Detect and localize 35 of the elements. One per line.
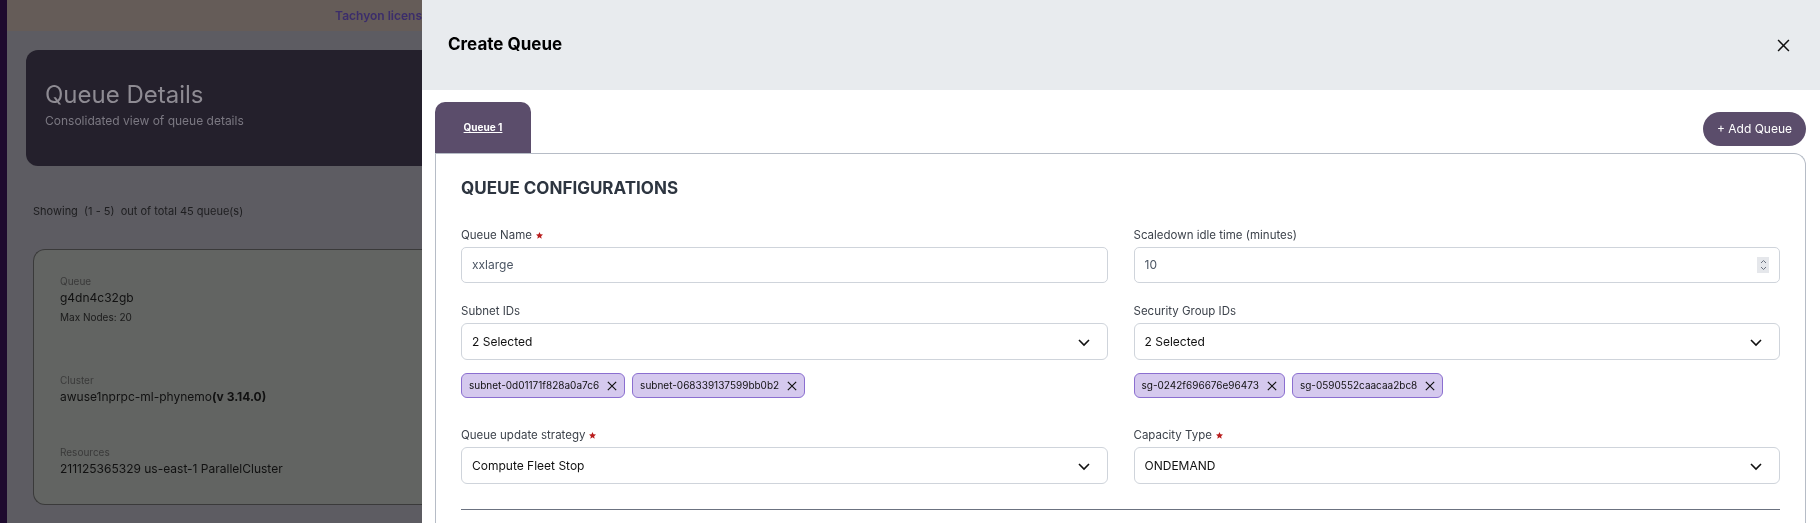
- remove-icon[interactable]: [787, 380, 798, 391]
- remove-icon[interactable]: [607, 380, 618, 391]
- results-count: Showing (1 - 5) out of total 45 queue(s): [33, 203, 245, 220]
- field-label: Capacity Type: [1133, 426, 1212, 444]
- number-field[interactable]: 10: [1133, 246, 1780, 283]
- required-icon: [1215, 431, 1223, 439]
- remove-icon[interactable]: [1266, 380, 1277, 391]
- dropdown[interactable]: 2 Selected: [1133, 323, 1780, 360]
- field-label: Security Group IDs: [1133, 302, 1237, 320]
- required-icon: [589, 431, 597, 439]
- dropdown[interactable]: 2 Selected: [461, 323, 1108, 360]
- add-queue-button[interactable]: + Add Queue: [1702, 112, 1806, 146]
- input-field[interactable]: xxlarge: [461, 246, 1108, 283]
- queue-tab[interactable]: Queue 1: [435, 102, 531, 153]
- page-subtitle: Consolidated view of queue details: [45, 112, 245, 130]
- field-label: Queue update strategy: [461, 426, 586, 444]
- field-note: Max Nodes: 20: [60, 309, 133, 325]
- field-value: awuse1nprpc-ml-phynemo(v 3.14.0): [60, 387, 268, 406]
- chip-label: subnet-0d01171f828a0a7c6: [469, 378, 600, 393]
- page-title: Queue Details: [45, 80, 205, 110]
- field-label: Subnet IDs: [461, 302, 521, 320]
- chip-label: sg-0590552caacaa2bc8: [1299, 378, 1418, 393]
- chip-label: subnet-068339137599bb0b2: [640, 378, 780, 393]
- field-value: 211125365329 us-east-1 ParallelCluster: [60, 459, 284, 478]
- spinner-icon[interactable]: [1757, 256, 1769, 273]
- field-value: g4dn4c32gb: [60, 288, 135, 307]
- remove-icon[interactable]: [1425, 380, 1436, 391]
- section-title: QUEUE CONFIGURATIONS: [461, 177, 679, 200]
- field-label: Queue Name: [461, 226, 532, 244]
- drawer-title: Create Queue: [448, 33, 563, 57]
- field-label: Scaledown idle time (minutes): [1133, 226, 1298, 244]
- dropdown[interactable]: ONDEMAND: [1133, 447, 1780, 484]
- dropdown[interactable]: Compute Fleet Stop: [461, 447, 1108, 484]
- chip-label: sg-0242f696676e96473: [1141, 378, 1259, 393]
- required-icon: [535, 231, 543, 239]
